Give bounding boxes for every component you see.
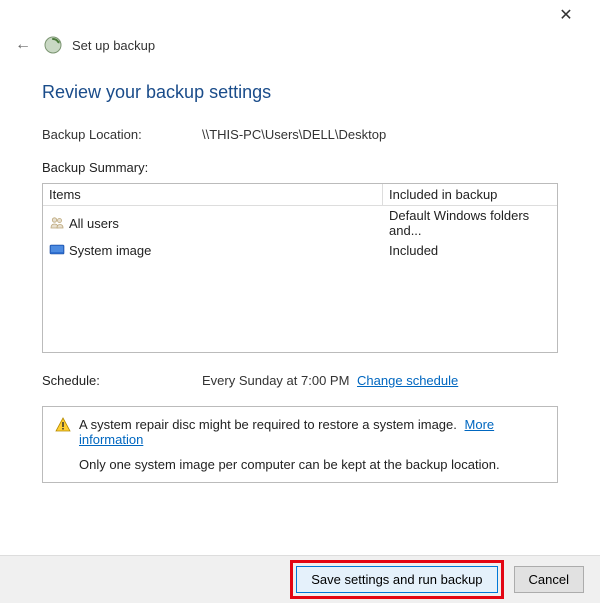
change-schedule-link[interactable]: Change schedule (357, 373, 458, 388)
users-icon (49, 215, 65, 231)
cell-included: Default Windows folders and... (383, 206, 557, 240)
schedule-label: Schedule: (42, 373, 202, 388)
column-header-included[interactable]: Included in backup (383, 184, 557, 205)
save-and-run-backup-button[interactable]: Save settings and run backup (296, 566, 497, 593)
cell-items: System image (43, 240, 383, 260)
back-button[interactable]: ← (12, 36, 34, 54)
content-area: Review your backup settings Backup Locat… (0, 54, 600, 483)
backup-wizard-icon (44, 36, 62, 54)
backup-location-row: Backup Location: \\THIS-PC\Users\DELL\De… (42, 127, 558, 142)
item-text: All users (69, 216, 119, 231)
warning-icon (55, 417, 71, 433)
cell-items: All users (43, 213, 383, 233)
schedule-row: Schedule: Every Sunday at 7:00 PM Change… (42, 373, 558, 388)
table-row[interactable]: System image Included (43, 240, 557, 260)
notice-text: A system repair disc might be required t… (79, 417, 545, 447)
column-header-items[interactable]: Items (43, 184, 383, 205)
close-button[interactable]: ✕ (546, 5, 586, 25)
footer: Save settings and run backup Cancel (0, 555, 600, 603)
page-heading: Review your backup settings (42, 82, 558, 103)
notice-line-2: Only one system image per computer can b… (55, 457, 545, 472)
backup-location-value: \\THIS-PC\Users\DELL\Desktop (202, 127, 386, 142)
item-text: System image (69, 243, 151, 258)
table-header: Items Included in backup (43, 184, 557, 206)
wizard-title: Set up backup (72, 38, 155, 53)
primary-button-highlight: Save settings and run backup (290, 560, 503, 599)
notice-box: A system repair disc might be required t… (42, 406, 558, 483)
notice-text-main: A system repair disc might be required t… (79, 417, 457, 432)
table-row[interactable]: All users Default Windows folders and... (43, 206, 557, 240)
backup-location-label: Backup Location: (42, 127, 202, 142)
cell-included: Included (383, 241, 557, 260)
titlebar: ✕ (0, 0, 600, 30)
disk-image-icon (49, 242, 65, 258)
backup-summary-label: Backup Summary: (42, 160, 558, 175)
schedule-value: Every Sunday at 7:00 PM (202, 373, 349, 388)
backup-summary-table: Items Included in backup All users Defau… (42, 183, 558, 353)
notice-line-1: A system repair disc might be required t… (55, 417, 545, 447)
cancel-button[interactable]: Cancel (514, 566, 584, 593)
wizard-header: ← Set up backup (0, 30, 600, 54)
